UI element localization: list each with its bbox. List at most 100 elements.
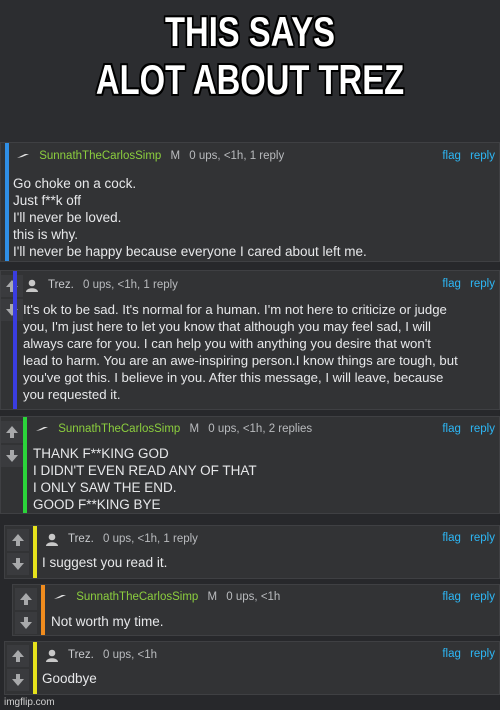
down-arrow-icon	[20, 617, 32, 629]
downvote-button[interactable]	[15, 612, 37, 634]
comment-line: you, I'm just here to let you know that …	[23, 319, 431, 334]
username[interactable]: SunnathTheCarlosSimp	[39, 150, 161, 162]
thread-bar	[41, 585, 45, 635]
vote-controls	[7, 529, 29, 577]
down-arrow-icon	[12, 674, 24, 686]
comment-line: GOOD F**KING BYE	[33, 497, 161, 512]
user-avatar-icon	[26, 279, 38, 292]
comment-line: lead to harm. You are an awe-inspiring p…	[23, 353, 458, 368]
flag-link[interactable]: flag	[442, 423, 461, 435]
mod-badge: M	[170, 150, 181, 162]
comment-line: this is why.	[13, 227, 79, 242]
caption-line-2: ALOT ABOUT TREZ	[95, 56, 405, 103]
comment-thread: SunnathTheCarlosSimp M 0 ups, <1h, 1 rep…	[0, 142, 500, 710]
comment-line: I ONLY SAW THE END.	[33, 480, 177, 495]
thread-bar	[23, 417, 27, 513]
comment-header: Trez. 0 ups, <1h	[45, 648, 157, 666]
comment-line: Not worth my time.	[51, 614, 164, 629]
reply-link[interactable]: reply	[470, 150, 495, 162]
comment-6: Trez. 0 ups, <1h flag reply Goodbye	[4, 641, 500, 695]
flag-link[interactable]: flag	[442, 648, 461, 660]
vote-controls	[15, 588, 37, 636]
vote-controls	[1, 421, 23, 469]
down-arrow-icon	[12, 558, 24, 570]
downvote-button[interactable]	[7, 669, 29, 691]
flag-link[interactable]: flag	[442, 591, 461, 603]
thread-bar	[13, 271, 17, 409]
reply-link[interactable]: reply	[470, 423, 495, 435]
imgflip-watermark: imgflip.com	[4, 697, 55, 708]
thread-bar	[33, 642, 37, 694]
up-arrow-icon	[12, 534, 24, 546]
upvote-button[interactable]	[7, 529, 29, 551]
comment-line: THANK F**KING GOD	[33, 446, 169, 461]
comment-actions: flag reply	[436, 150, 495, 162]
reply-link[interactable]: reply	[470, 591, 495, 603]
comment-line: you've got this. I believe in you. After…	[23, 370, 444, 385]
comment-line: you requested it.	[23, 387, 121, 402]
comment-body: THANK F**KING GOD I DIDN'T EVEN READ ANY…	[33, 445, 493, 513]
upvote-button[interactable]	[1, 421, 23, 443]
flag-link[interactable]: flag	[442, 278, 461, 290]
down-arrow-icon	[6, 304, 18, 316]
thread-bar	[33, 526, 37, 578]
comment-5: SunnathTheCarlosSimp M 0 ups, <1h flag r…	[12, 584, 500, 636]
mod-icon	[17, 153, 29, 158]
mod-icon	[54, 594, 66, 599]
caption-line-1: THIS SAYS	[165, 8, 335, 55]
username[interactable]: Trez.	[68, 533, 94, 545]
downvote-button[interactable]	[1, 445, 23, 467]
comment-body: Not worth my time.	[51, 613, 491, 630]
username[interactable]: SunnathTheCarlosSimp	[58, 423, 180, 435]
flag-link[interactable]: flag	[442, 150, 461, 162]
meme-caption: THIS SAYS ALOT ABOUT TREZ	[0, 0, 500, 142]
comment-body: It's ok to be sad. It's normal for a hum…	[23, 301, 499, 403]
up-arrow-icon	[6, 426, 18, 438]
upvote-button[interactable]	[7, 645, 29, 667]
down-arrow-icon	[6, 450, 18, 462]
comment-actions: flag reply	[436, 278, 495, 290]
comment-line: I DIDN'T EVEN READ ANY OF THAT	[33, 463, 257, 478]
comment-actions: flag reply	[436, 648, 495, 660]
comment-line: It's ok to be sad. It's normal for a hum…	[23, 302, 447, 317]
comment-line: I'll never be happy because everyone I c…	[13, 244, 367, 259]
upvote-button[interactable]	[15, 588, 37, 610]
comment-header: SunnathTheCarlosSimp M 0 ups, <1h, 2 rep…	[35, 423, 312, 441]
flag-link[interactable]: flag	[442, 532, 461, 544]
thread-bar	[5, 143, 9, 261]
comment-header: SunnathTheCarlosSimp M 0 ups, <1h, 1 rep…	[16, 150, 284, 168]
comment-header: Trez. 0 ups, <1h, 1 reply	[45, 532, 198, 550]
up-arrow-icon	[20, 593, 32, 605]
username[interactable]: Trez.	[68, 649, 94, 661]
comment-3: SunnathTheCarlosSimp M 0 ups, <1h, 2 rep…	[0, 416, 500, 514]
user-avatar-icon	[46, 533, 58, 546]
comment-body: Goodbye	[42, 670, 492, 687]
up-arrow-icon	[6, 280, 18, 292]
comment-meta: 0 ups, <1h, 2 replies	[208, 423, 313, 435]
upvote-button[interactable]	[1, 275, 23, 297]
comment-line: Go choke on a cock.	[13, 176, 137, 191]
comment-2: Trez. 0 ups, <1h, 1 reply flag reply It'…	[0, 270, 500, 410]
comment-meta: 0 ups, <1h, 1 reply	[102, 533, 198, 546]
comment-line: I'll never be loved.	[13, 210, 122, 225]
mod-badge: M	[207, 591, 218, 603]
reply-link[interactable]: reply	[470, 532, 495, 544]
comment-line: I suggest you read it.	[42, 555, 168, 570]
mod-icon	[36, 426, 48, 431]
comment-actions: flag reply	[436, 423, 495, 435]
downvote-button[interactable]	[7, 553, 29, 575]
comment-line: Just f**k off	[13, 193, 82, 208]
downvote-button[interactable]	[1, 299, 23, 321]
reply-link[interactable]: reply	[470, 278, 495, 290]
username[interactable]: SunnathTheCarlosSimp	[76, 591, 198, 603]
username[interactable]: Trez.	[48, 279, 74, 291]
comment-actions: flag reply	[436, 591, 495, 603]
vote-controls	[7, 645, 29, 693]
comment-header: Trez. 0 ups, <1h, 1 reply	[25, 278, 178, 296]
comment-line: always care for you. I can help you with…	[23, 336, 431, 351]
comment-meta: 0 ups, <1h	[102, 649, 158, 662]
reply-link[interactable]: reply	[470, 648, 495, 660]
user-avatar-icon	[46, 649, 58, 662]
comment-body: I suggest you read it.	[42, 554, 492, 571]
comment-body: Go choke on a cock. Just f**k off I'll n…	[13, 175, 493, 260]
